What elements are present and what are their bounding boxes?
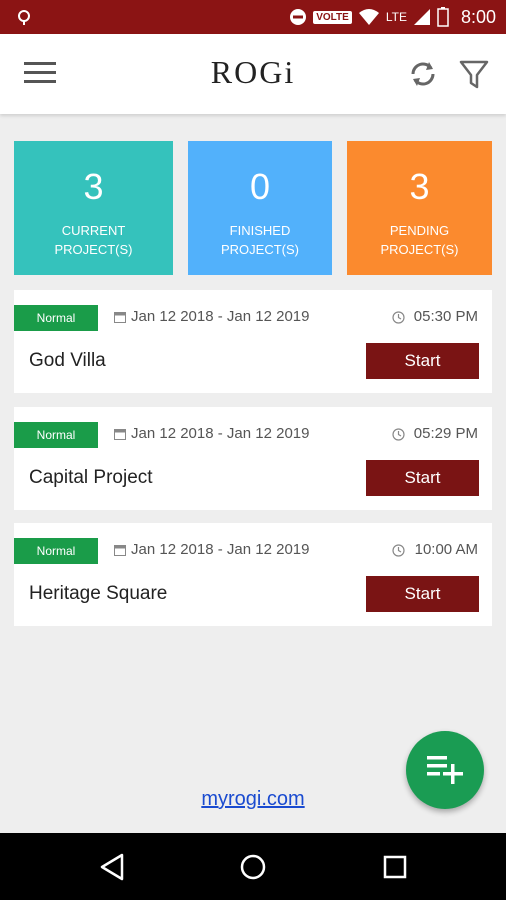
start-button[interactable]: Start xyxy=(366,576,479,612)
calendar-icon xyxy=(114,545,126,556)
location-icon xyxy=(18,10,30,25)
current-projects-tile[interactable]: 3 CURRENT PROJECT(S) xyxy=(14,141,173,275)
add-project-button[interactable] xyxy=(406,731,484,809)
system-nav-bar xyxy=(0,833,506,900)
home-icon[interactable] xyxy=(238,852,268,882)
project-name: God Villa xyxy=(29,350,106,371)
clock-icon xyxy=(392,544,405,557)
priority-badge: Normal xyxy=(14,305,98,331)
project-date-range: Jan 12 2018 - Jan 12 2019 xyxy=(131,541,310,558)
signal-icon xyxy=(413,9,430,25)
finished-projects-tile[interactable]: 0 FINISHED PROJECT(S) xyxy=(188,141,332,275)
calendar-icon xyxy=(114,429,126,440)
refresh-icon[interactable] xyxy=(405,56,441,92)
logo-text: ROGi xyxy=(210,54,296,90)
project-card[interactable]: Normal Jan 12 2018 - Jan 12 2019 05:29 P… xyxy=(14,407,492,510)
priority-badge: Normal xyxy=(14,422,98,448)
app-bar: ROGi xyxy=(0,34,506,114)
clock-time: 8:00 xyxy=(460,6,496,27)
clock-icon xyxy=(392,311,405,324)
calendar-icon xyxy=(114,312,126,323)
start-button[interactable]: Start xyxy=(366,343,479,379)
network-type: LTE xyxy=(385,10,407,24)
pending-projects-label: PENDING PROJECT(S) xyxy=(380,223,459,257)
volte-badge: VOLTE xyxy=(313,10,352,24)
current-projects-label: CURRENT PROJECT(S) xyxy=(54,223,133,257)
clock-icon xyxy=(392,428,405,441)
project-time: 05:29 PM xyxy=(413,425,478,442)
wifi-icon xyxy=(358,9,379,25)
project-name: Heritage Square xyxy=(29,583,168,604)
back-icon[interactable] xyxy=(98,852,128,882)
finished-projects-label: FINISHED PROJECT(S) xyxy=(221,223,299,257)
project-name: Capital Project xyxy=(29,467,153,488)
status-bar: VOLTE LTE 8:00 xyxy=(0,0,506,34)
battery-icon xyxy=(437,7,449,27)
project-time: 05:30 PM xyxy=(413,308,478,325)
playlist-add-icon xyxy=(427,756,463,784)
project-date-range: Jan 12 2018 - Jan 12 2019 xyxy=(131,308,310,325)
project-card[interactable]: Normal Jan 12 2018 - Jan 12 2019 10:00 A… xyxy=(14,523,492,626)
pending-projects-tile[interactable]: 3 PENDING PROJECT(S) xyxy=(347,141,492,275)
finished-projects-count: 0 xyxy=(249,166,271,207)
project-card[interactable]: Normal Jan 12 2018 - Jan 12 2019 05:30 P… xyxy=(14,290,492,393)
start-button[interactable]: Start xyxy=(366,460,479,496)
project-time: 10:00 AM xyxy=(414,541,478,558)
do-not-disturb-icon xyxy=(290,9,307,25)
project-date-range: Jan 12 2018 - Jan 12 2019 xyxy=(131,425,310,442)
priority-badge: Normal xyxy=(14,538,98,564)
current-projects-count: 3 xyxy=(83,166,104,207)
recents-icon[interactable] xyxy=(380,852,410,882)
pending-projects-count: 3 xyxy=(409,166,430,207)
filter-icon[interactable] xyxy=(456,56,492,92)
